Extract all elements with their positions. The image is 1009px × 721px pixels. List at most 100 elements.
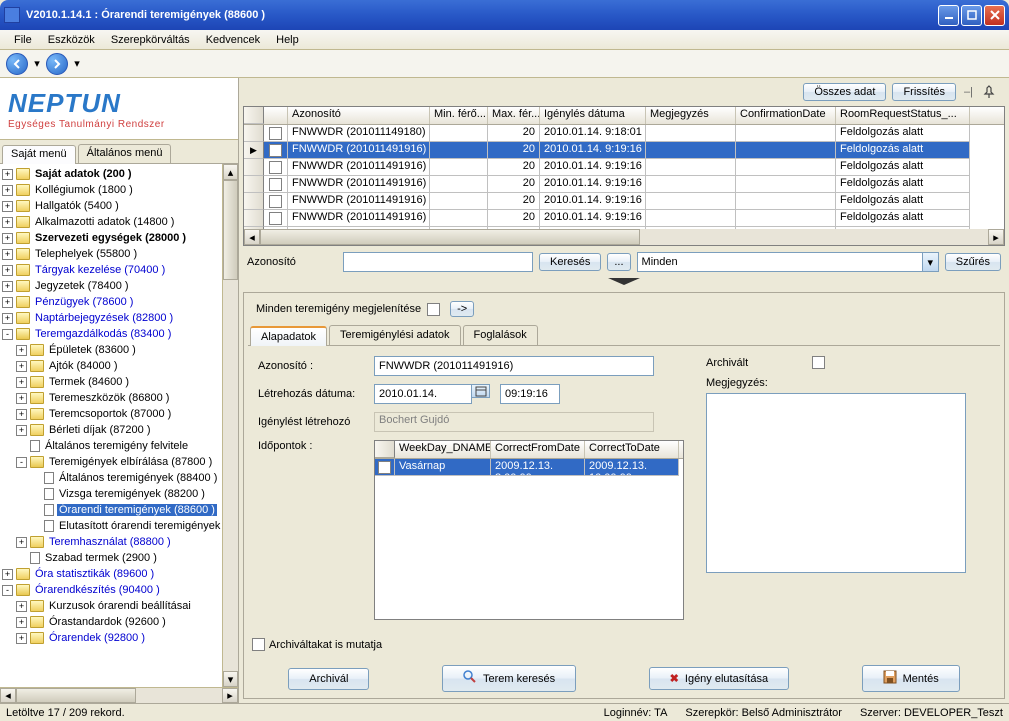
tree-node[interactable]: +Óra statisztikák (89600 ): [2, 566, 220, 582]
tab-request-data[interactable]: Teremigénylési adatok: [329, 325, 460, 345]
show-all-checkbox[interactable]: [427, 303, 440, 316]
tree-node[interactable]: +Jegyzetek (78400 ): [2, 278, 220, 294]
tree-node[interactable]: +Órarendek (92800 ): [2, 630, 220, 646]
tree-node[interactable]: +Ajtók (84000 ): [2, 358, 220, 374]
collapse-icon[interactable]: -: [16, 457, 27, 468]
tree-node[interactable]: Általános teremigények (88400 ): [2, 470, 220, 486]
row-checkbox[interactable]: [269, 195, 282, 208]
grid-row[interactable]: ▶FNWWDR (201011491916)202010.01.14. 9:19…: [244, 142, 1004, 159]
expand-icon[interactable]: +: [16, 633, 27, 644]
search-button[interactable]: Keresés: [539, 253, 601, 271]
grid-col-header[interactable]: Igénylés dátuma: [540, 107, 646, 124]
expand-icon[interactable]: +: [2, 249, 13, 260]
tree-node[interactable]: +Naptárbejegyzések (82800 ): [2, 310, 220, 326]
splitter-handle[interactable]: [243, 278, 1005, 290]
tree-node[interactable]: +Tárgyak kezelése (70400 ): [2, 262, 220, 278]
remarks-textarea[interactable]: [706, 393, 966, 573]
tab-general-menu[interactable]: Általános menü: [78, 144, 172, 163]
tab-own-menu[interactable]: Saját menü: [2, 145, 76, 164]
menu-kedvencek[interactable]: Kedvencek: [198, 32, 268, 47]
tab-bookings[interactable]: Foglalások: [463, 325, 538, 345]
expand-icon[interactable]: +: [2, 185, 13, 196]
tree-node[interactable]: -Teremgazdálkodás (83400 ): [2, 326, 220, 342]
expand-icon[interactable]: +: [16, 409, 27, 420]
reject-button[interactable]: ✖ Igény elutasítása: [649, 667, 789, 690]
expand-icon[interactable]: +: [16, 345, 27, 356]
tree-node[interactable]: +Épületek (83600 ): [2, 342, 220, 358]
tree-node[interactable]: +Órastandardok (92600 ): [2, 614, 220, 630]
collapse-icon[interactable]: -: [2, 329, 13, 340]
grid-col-header[interactable]: Min. férő...: [430, 107, 488, 124]
tree-node[interactable]: +Teremhasználat (88800 ): [2, 534, 220, 550]
expand-icon[interactable]: +: [16, 377, 27, 388]
grid-col-header[interactable]: Azonosító: [288, 107, 430, 124]
expand-icon[interactable]: +: [2, 313, 13, 324]
expand-icon[interactable]: +: [16, 425, 27, 436]
tree-node[interactable]: +Bérleti díjak (87200 ): [2, 422, 220, 438]
search-input[interactable]: [343, 252, 533, 272]
created-time-field[interactable]: [500, 384, 560, 404]
tree-hscroll[interactable]: ◂▸: [0, 687, 238, 703]
expand-icon[interactable]: +: [2, 297, 13, 308]
grid-row[interactable]: FNWWDR (201011491916)202010.01.14. 9:19:…: [244, 159, 1004, 176]
tree-node[interactable]: Általános teremigény felvitele: [2, 438, 220, 454]
expand-icon[interactable]: +: [16, 537, 27, 548]
tree-node[interactable]: +Kurzusok órarendi beállításai: [2, 598, 220, 614]
subgrid-col-to[interactable]: CorrectToDate: [585, 441, 679, 458]
forward-dropdown[interactable]: ▾: [72, 53, 82, 75]
tree-node[interactable]: +Saját adatok (200 ): [2, 166, 220, 182]
grid-row[interactable]: FNWWDR (201011491916)202010.01.14. 9:19:…: [244, 210, 1004, 227]
row-checkbox[interactable]: [269, 161, 282, 174]
row-checkbox[interactable]: [269, 178, 282, 191]
minimize-button[interactable]: [938, 5, 959, 26]
tree-node[interactable]: +Alkalmazotti adatok (14800 ): [2, 214, 220, 230]
tree-node[interactable]: +Hallgatók (5400 ): [2, 198, 220, 214]
search-more-button[interactable]: ...: [607, 253, 630, 271]
tree-node[interactable]: +Kollégiumok (1800 ): [2, 182, 220, 198]
tree-node[interactable]: +Termek (84600 ): [2, 374, 220, 390]
collapse-icon[interactable]: -: [2, 585, 13, 596]
expand-icon[interactable]: +: [2, 233, 13, 244]
expand-icon[interactable]: +: [16, 361, 27, 372]
row-checkbox[interactable]: [269, 212, 282, 225]
menu-help[interactable]: Help: [268, 32, 307, 47]
grid-row[interactable]: FNWWDR (201011491916)202010.01.14. 9:19:…: [244, 176, 1004, 193]
tree-node[interactable]: Elutasított órarendi teremigények: [2, 518, 220, 534]
archive-button[interactable]: Archivál: [288, 668, 369, 690]
menu-eszközök[interactable]: Eszközök: [40, 32, 103, 47]
expand-icon[interactable]: +: [16, 617, 27, 628]
menu-szerepkörváltás[interactable]: Szerepkörváltás: [103, 32, 198, 47]
tree-node[interactable]: Vizsga teremigények (88200 ): [2, 486, 220, 502]
calendar-icon[interactable]: [472, 384, 490, 398]
tree-node[interactable]: -Órarendkészítés (90400 ): [2, 582, 220, 598]
tree-node[interactable]: Órarendi teremigények (88600 ): [2, 502, 220, 518]
grid-hscroll[interactable]: ◂▸: [244, 229, 1004, 245]
expand-icon[interactable]: +: [2, 201, 13, 212]
expand-icon[interactable]: +: [16, 393, 27, 404]
menu-file[interactable]: File: [6, 32, 40, 47]
grid-row[interactable]: FNWWDR (201011491916)202010.01.14. 9:19:…: [244, 193, 1004, 210]
times-subgrid[interactable]: WeekDay_DNAME CorrectFromDate CorrectToD…: [374, 440, 684, 620]
filter-button[interactable]: Szűrés: [945, 253, 1001, 271]
pin-icon[interactable]: [981, 84, 997, 100]
expand-icon[interactable]: +: [16, 601, 27, 612]
tree-node[interactable]: -Teremigények elbírálása (87800 ): [2, 454, 220, 470]
tree-node[interactable]: Szabad termek (2900 ): [2, 550, 220, 566]
refresh-button[interactable]: Frissítés: [892, 83, 956, 101]
subgrid-col-weekday[interactable]: WeekDay_DNAME: [395, 441, 491, 458]
goto-button[interactable]: ->: [450, 301, 474, 317]
row-checkbox[interactable]: [269, 144, 282, 157]
forward-button[interactable]: [46, 53, 68, 75]
tree-node[interactable]: +Teremcsoportok (87000 ): [2, 406, 220, 422]
all-data-button[interactable]: Összes adat: [803, 83, 886, 101]
maximize-button[interactable]: [961, 5, 982, 26]
grid-col-header[interactable]: RoomRequestStatus_...: [836, 107, 970, 124]
tree-view[interactable]: +Saját adatok (200 )+Kollégiumok (1800 )…: [0, 164, 222, 687]
main-grid[interactable]: AzonosítóMin. férő...Max. fér...Igénylés…: [243, 106, 1005, 246]
id-field[interactable]: [374, 356, 654, 376]
show-archived-checkbox[interactable]: [252, 638, 265, 651]
room-search-button[interactable]: Terem keresés: [442, 665, 576, 692]
archived-checkbox[interactable]: [812, 356, 825, 369]
expand-icon[interactable]: +: [2, 169, 13, 180]
tree-vscroll[interactable]: ▴▾: [222, 164, 238, 687]
